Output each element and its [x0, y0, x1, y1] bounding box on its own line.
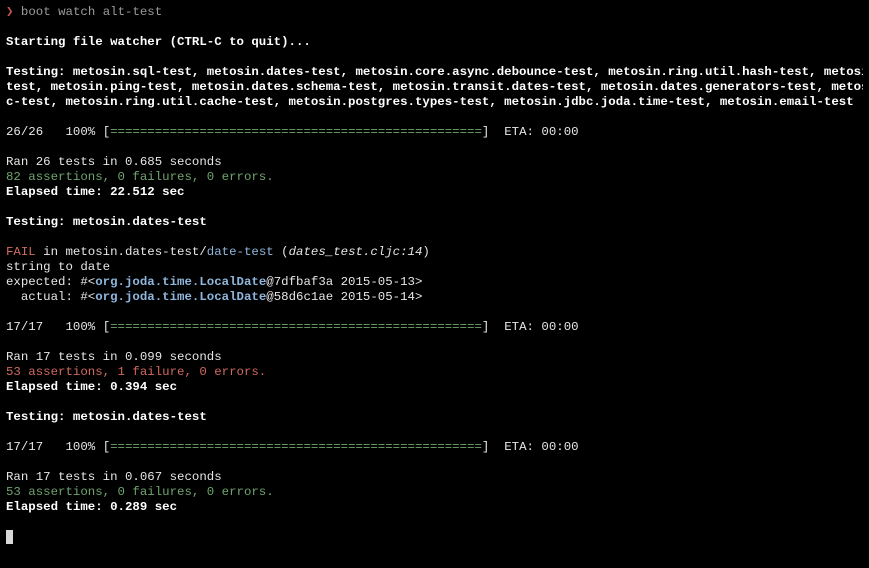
fail-namespace: in metosin.dates-test/	[35, 245, 207, 259]
elapsed-time: Elapsed time: 22.512 sec	[6, 185, 185, 199]
actual-line: actual: #<org.joda.time.LocalDate@58d6c1…	[6, 290, 863, 305]
progress-count: 17/17	[6, 440, 44, 454]
cursor-block-icon[interactable]	[6, 530, 13, 544]
fail-label: FAIL	[6, 245, 36, 259]
expected-value: @7dfbaf3a 2015-05-13>	[266, 275, 423, 289]
expected-line: expected: #<org.joda.time.LocalDate@7dfb…	[6, 275, 863, 290]
progress-bracket-open: [	[102, 125, 111, 139]
watcher-banner: Starting file watcher (CTRL-C to quit)..…	[6, 35, 311, 49]
actual-class: org.joda.time.LocalDate	[95, 290, 267, 304]
progress-percent: 100%	[65, 320, 96, 334]
progress-bar: ========================================…	[110, 440, 482, 454]
testing-namespaces-line: c-test, metosin.ring.util.cache-test, me…	[6, 95, 854, 109]
progress-bracket-close: ]	[481, 440, 490, 454]
assertions-summary: 82 assertions, 0 failures, 0 errors.	[6, 170, 274, 184]
progress-percent: 100%	[65, 440, 96, 454]
prompt-line: ❯ boot watch alt-test	[6, 5, 863, 20]
testing-namespaces-line: Testing: metosin.sql-test, metosin.dates…	[6, 65, 863, 79]
progress-bracket-open: [	[102, 440, 111, 454]
command-text: boot watch alt-test	[20, 5, 163, 19]
ran-summary: Ran 17 tests in 0.099 seconds	[6, 350, 222, 364]
progress-bracket-close: ]	[481, 320, 490, 334]
fail-message: string to date	[6, 260, 111, 274]
expected-label: expected: #<	[6, 275, 96, 289]
actual-value: @58d6c1ae 2015-05-14>	[266, 290, 423, 304]
fail-location-open: (	[273, 245, 289, 259]
assertions-summary: 53 assertions, 1 failure, 0 errors.	[6, 365, 267, 379]
progress-bracket-open: [	[102, 320, 111, 334]
fail-location-close: )	[422, 245, 430, 259]
actual-label: actual: #<	[6, 290, 96, 304]
prompt-arrow-icon: ❯	[6, 5, 14, 19]
eta-text: ETA: 00:00	[504, 440, 579, 454]
expected-class: org.joda.time.LocalDate	[95, 275, 267, 289]
elapsed-time: Elapsed time: 0.289 sec	[6, 500, 178, 514]
progress-percent: 100%	[65, 125, 96, 139]
elapsed-time: Elapsed time: 0.394 sec	[6, 380, 178, 394]
ran-summary: Ran 26 tests in 0.685 seconds	[6, 155, 222, 169]
testing-namespaces-line: Testing: metosin.dates-test	[6, 410, 207, 424]
terminal-window[interactable]: ❯ boot watch alt-test Starting file watc…	[0, 0, 869, 568]
assertions-summary: 53 assertions, 0 failures, 0 errors.	[6, 485, 274, 499]
testing-namespaces-line: Testing: metosin.dates-test	[6, 215, 207, 229]
fail-location: dates_test.cljc:14	[288, 245, 423, 259]
cursor-line[interactable]	[6, 530, 863, 545]
progress-count: 17/17	[6, 320, 44, 334]
progress-bar: ========================================…	[110, 125, 482, 139]
fail-header: FAIL in metosin.dates-test/date-test (da…	[6, 245, 863, 260]
eta-text: ETA: 00:00	[504, 320, 579, 334]
fail-test-name: date-test	[206, 245, 274, 259]
progress-count: 26/26	[6, 125, 44, 139]
progress-line: 17/17 100% [============================…	[6, 440, 863, 455]
eta-text: ETA: 00:00	[504, 125, 579, 139]
progress-bracket-close: ]	[481, 125, 490, 139]
progress-bar: ========================================…	[110, 320, 482, 334]
testing-namespaces-line: test, metosin.ping-test, metosin.dates.s…	[6, 80, 863, 94]
progress-line: 26/26 100% [============================…	[6, 125, 863, 140]
ran-summary: Ran 17 tests in 0.067 seconds	[6, 470, 222, 484]
progress-line: 17/17 100% [============================…	[6, 320, 863, 335]
